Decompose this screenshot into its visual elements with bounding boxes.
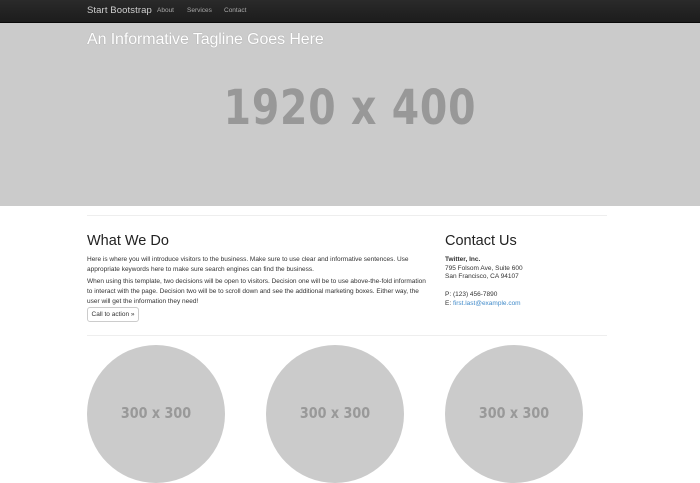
divider: [87, 215, 607, 216]
nav-contact[interactable]: Contact: [224, 7, 246, 14]
call-to-action-button[interactable]: Call to action »: [87, 307, 139, 322]
feature-image-1-label: 300 x 300: [120, 404, 192, 422]
hero-placeholder-image: 1920 x 400: [223, 80, 477, 136]
hero-tagline: An Informative Tagline Goes Here: [87, 31, 324, 48]
contact-company: Twitter, Inc.: [445, 256, 481, 263]
nav-services[interactable]: Services: [187, 7, 212, 14]
contact-email-link[interactable]: first.last@example.com: [453, 300, 521, 307]
contact-phone: P: (123) 456-7890: [445, 291, 498, 298]
feature-image-3: 300 x 300: [445, 345, 583, 483]
divider: [87, 335, 607, 336]
what-we-do-heading: What We Do: [87, 233, 169, 249]
feature-image-1: 300 x 300: [87, 345, 225, 483]
contact-address-line-2: San Francisco, CA 94107: [445, 273, 519, 280]
feature-image-3-label: 300 x 300: [478, 404, 550, 422]
feature-image-2: 300 x 300: [266, 345, 404, 483]
contact-heading: Contact Us: [445, 233, 517, 249]
nav-about[interactable]: About: [157, 7, 174, 14]
what-we-do-paragraph-1: Here is where you will introduce visitor…: [87, 256, 409, 273]
feature-image-2-label: 300 x 300: [299, 404, 371, 422]
contact-email-prefix: E:: [445, 300, 453, 307]
navbar: Start Bootstrap About Services Contact: [0, 0, 700, 23]
what-we-do-paragraph-2: When using this template, two decisions …: [87, 278, 426, 305]
brand-link[interactable]: Start Bootstrap: [87, 5, 152, 16]
hero-banner: An Informative Tagline Goes Here 1920 x …: [0, 23, 700, 206]
contact-email-line: E: first.last@example.com: [445, 299, 521, 308]
